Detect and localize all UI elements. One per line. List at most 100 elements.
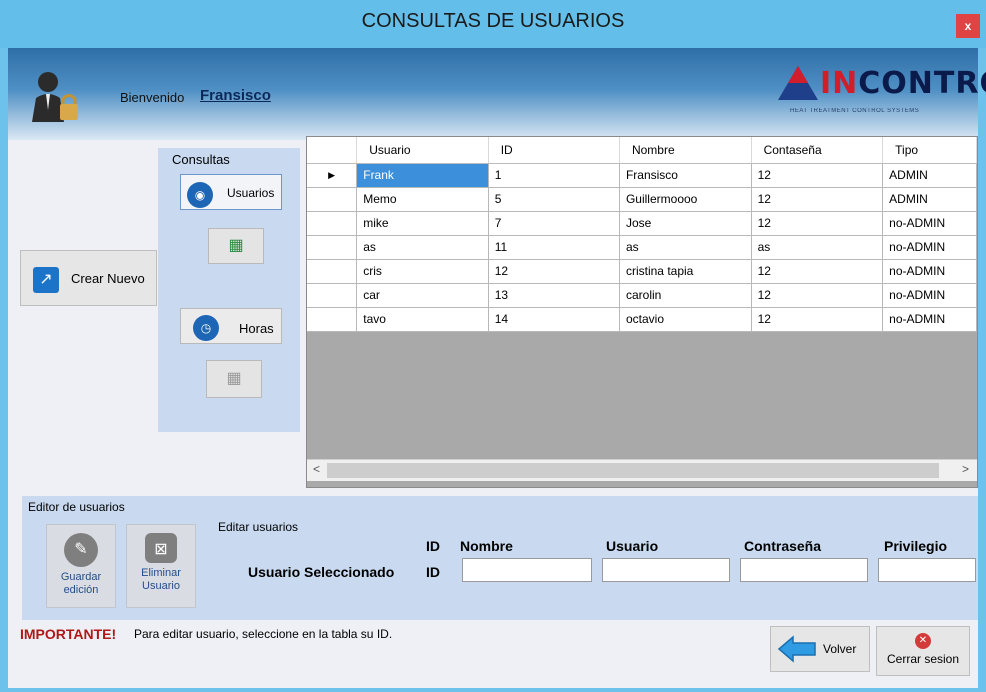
client-area: Bienvenido Fransisco INCONTROL HEAT TREA…: [8, 48, 986, 688]
volver-button[interactable]: Volver: [770, 626, 870, 672]
table-cell[interactable]: 12: [751, 259, 884, 284]
logo-triangle-icon: [778, 66, 818, 100]
consultas-panel: Consultas ◉ Usuarios ▦ ◷ Horas ▦: [158, 148, 300, 432]
table-cell[interactable]: no-ADMIN: [882, 211, 977, 236]
col-id-header[interactable]: ID: [488, 137, 620, 164]
row-header[interactable]: [307, 307, 358, 332]
user-avatar-icon: [32, 72, 78, 122]
table-row[interactable]: mike 7 Jose 12 no-ADMIN: [307, 211, 977, 236]
row-header[interactable]: [307, 187, 358, 212]
table-cell[interactable]: 1: [488, 163, 620, 188]
table-cell[interactable]: 12: [488, 259, 620, 284]
table-row[interactable]: Memo 5 Guillermoooo 12 ADMIN: [307, 187, 977, 212]
row-header[interactable]: [307, 259, 358, 284]
table-cell[interactable]: cris: [356, 259, 489, 284]
new-window-icon: ↗: [33, 267, 59, 293]
table-cell[interactable]: as: [356, 235, 489, 260]
table-cell[interactable]: 5: [488, 187, 620, 212]
scroll-left-icon[interactable]: <: [313, 462, 320, 476]
back-arrow-icon: [777, 635, 816, 663]
scroll-right-icon[interactable]: >: [962, 462, 969, 476]
users-table: Usuario ID Nombre Contaseña Tipo ▶ Frank…: [307, 137, 977, 332]
usuario-field[interactable]: [602, 558, 730, 582]
usuario-seleccionado-label: Usuario Seleccionado: [248, 564, 395, 580]
consultas-label: Consultas: [172, 152, 230, 167]
volver-label: Volver: [823, 642, 857, 656]
usuarios-button[interactable]: ◉ Usuarios: [180, 174, 282, 210]
table-cell[interactable]: 12: [751, 283, 884, 308]
table-header-row: Usuario ID Nombre Contaseña Tipo: [307, 137, 977, 164]
close-button[interactable]: x: [956, 14, 980, 38]
app-window: CONSULTAS DE USUARIOS x Bienvenido Frans…: [0, 0, 986, 692]
users-grid[interactable]: Usuario ID Nombre Contaseña Tipo ▶ Frank…: [306, 136, 978, 488]
col-usuario-header[interactable]: Usuario: [356, 137, 489, 164]
scroll-thumb[interactable]: [327, 463, 939, 478]
pencil-icon: ✎: [64, 533, 98, 567]
row-selected-marker: ▶: [307, 163, 358, 188]
header-id: ID: [426, 538, 440, 554]
table-row[interactable]: car 13 carolin 12 no-ADMIN: [307, 283, 977, 308]
table-cell[interactable]: car: [356, 283, 489, 308]
row-header[interactable]: [307, 211, 358, 236]
table-cell[interactable]: ADMIN: [882, 187, 977, 212]
table-cell[interactable]: no-ADMIN: [882, 283, 977, 308]
excel-export-usuarios-icon[interactable]: ▦: [208, 228, 264, 264]
eliminar-label-2: Usuario: [142, 580, 180, 592]
eliminar-usuario-button[interactable]: ⊠ Eliminar Usuario: [126, 524, 196, 608]
table-cell[interactable]: mike: [356, 211, 489, 236]
contrasena-field[interactable]: [740, 558, 868, 582]
guardar-edicion-button[interactable]: ✎ Guardar edición: [46, 524, 116, 608]
header-contrasena: Contraseña: [744, 538, 822, 554]
table-cell[interactable]: Memo: [356, 187, 489, 212]
table-cell[interactable]: Guillermoooo: [619, 187, 752, 212]
excel-export-horas-icon[interactable]: ▦: [206, 360, 262, 398]
table-cell[interactable]: ADMIN: [882, 163, 977, 188]
table-cell[interactable]: as: [751, 235, 884, 260]
table-cell[interactable]: no-ADMIN: [882, 307, 977, 332]
horizontal-scrollbar[interactable]: < >: [307, 459, 977, 481]
table-cell[interactable]: 13: [488, 283, 620, 308]
privilegio-field[interactable]: [878, 558, 976, 582]
table-row[interactable]: ▶ Frank 1 Fransisco 12 ADMIN: [307, 163, 977, 188]
users-icon: ◉: [187, 182, 213, 208]
table-cell[interactable]: Jose: [619, 211, 752, 236]
table-row[interactable]: tavo 14 octavio 12 no-ADMIN: [307, 307, 977, 332]
table-cell[interactable]: 7: [488, 211, 620, 236]
guardar-label-1: Guardar: [60, 571, 102, 583]
title-bar[interactable]: CONSULTAS DE USUARIOS x: [0, 0, 986, 48]
delete-user-icon: ⊠: [145, 533, 177, 563]
welcome-label: Bienvenido: [120, 90, 185, 105]
table-cell[interactable]: 12: [751, 211, 884, 236]
table-cell[interactable]: 14: [488, 307, 620, 332]
crear-nuevo-button[interactable]: ↗ Crear Nuevo: [20, 250, 157, 306]
col-tipo-header[interactable]: Tipo: [882, 137, 977, 164]
col-nombre-header[interactable]: Nombre: [619, 137, 752, 164]
table-row[interactable]: cris 12 cristina tapia 12 no-ADMIN: [307, 259, 977, 284]
table-cell[interactable]: Fransisco: [619, 163, 752, 188]
table-cell[interactable]: 12: [751, 187, 884, 212]
table-cell[interactable]: 12: [751, 307, 884, 332]
usuarios-label: Usuarios: [227, 186, 275, 200]
nombre-field[interactable]: [462, 558, 592, 582]
table-cell[interactable]: octavio: [619, 307, 752, 332]
logo-subtitle: HEAT TREATMENT CONTROL SYSTEMS: [790, 108, 920, 114]
incontrol-logo: INCONTROL HEAT TREATMENT CONTROL SYSTEMS: [776, 62, 986, 132]
table-cell[interactable]: carolin: [619, 283, 752, 308]
table-row[interactable]: as 11 as as no-ADMIN: [307, 235, 977, 260]
row-header[interactable]: [307, 235, 358, 260]
horas-button[interactable]: ◷ Horas: [180, 308, 282, 344]
header-privilegio: Privilegio: [884, 538, 948, 554]
row-header[interactable]: [307, 283, 358, 308]
table-cell[interactable]: as: [619, 235, 752, 260]
editor-panel: Editor de usuarios Editar usuarios ✎ Gua…: [22, 496, 978, 620]
table-cell[interactable]: 11: [488, 235, 620, 260]
table-cell[interactable]: 12: [751, 163, 884, 188]
crear-nuevo-label: Crear Nuevo: [71, 271, 145, 286]
table-cell[interactable]: tavo: [356, 307, 489, 332]
table-cell[interactable]: no-ADMIN: [882, 235, 977, 260]
table-cell[interactable]: no-ADMIN: [882, 259, 977, 284]
table-cell[interactable]: Frank: [356, 163, 489, 188]
col-contrasena-header[interactable]: Contaseña: [751, 137, 884, 164]
table-cell[interactable]: cristina tapia: [619, 259, 752, 284]
cerrar-sesion-button[interactable]: ✕ Cerrar sesion: [876, 626, 970, 676]
